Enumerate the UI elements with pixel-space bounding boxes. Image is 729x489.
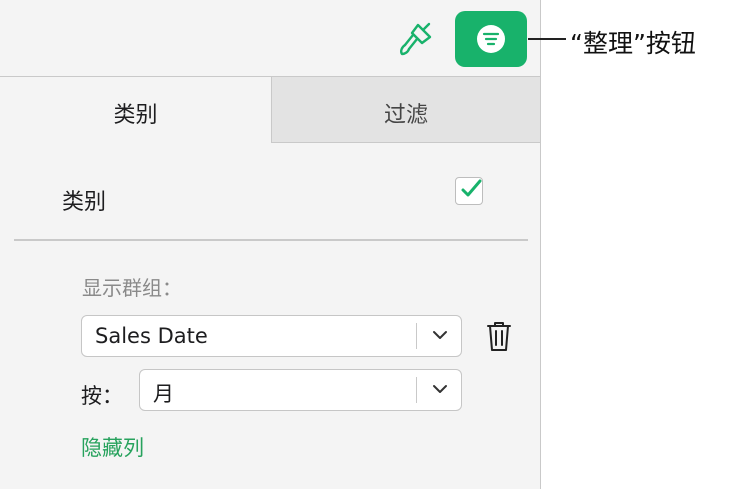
by-label: 按： (81, 384, 123, 408)
tab-filter-label: 过滤 (383, 103, 428, 128)
select-separator (415, 377, 417, 403)
category-checkbox[interactable] (455, 177, 483, 205)
tab-category[interactable]: 类别 (0, 77, 271, 143)
callout-label: “整理”按钮 (570, 29, 696, 58)
callout-line (528, 38, 566, 40)
select-separator (415, 323, 417, 349)
category-label: 类别 (62, 190, 107, 215)
format-button[interactable] (396, 19, 436, 59)
delete-group-button[interactable] (486, 320, 512, 356)
organize-button[interactable] (455, 11, 527, 67)
section-divider (14, 239, 528, 241)
chevron-down-icon (433, 385, 447, 393)
tab-filter[interactable]: 过滤 (271, 77, 540, 143)
chevron-down-icon (433, 331, 447, 339)
toolbar (0, 0, 540, 78)
trash-icon (487, 322, 511, 351)
paintbrush-icon (400, 22, 432, 56)
hide-column-link[interactable]: 隐藏列 (81, 432, 144, 462)
organize-lines (482, 32, 500, 46)
group-by-value: Sales Date (95, 324, 208, 348)
tab-category-label: 类别 (113, 103, 158, 128)
interval-select[interactable]: 月 (139, 369, 462, 411)
group-by-select[interactable]: Sales Date (81, 315, 462, 357)
group-title: 显示群组： (82, 276, 182, 300)
sidebar-panel: 类别 过滤 类别 显示群组： Sales Date 按： 月 隐藏列 (0, 0, 541, 489)
interval-value: 月 (153, 382, 174, 406)
checkmark-icon (461, 179, 482, 197)
